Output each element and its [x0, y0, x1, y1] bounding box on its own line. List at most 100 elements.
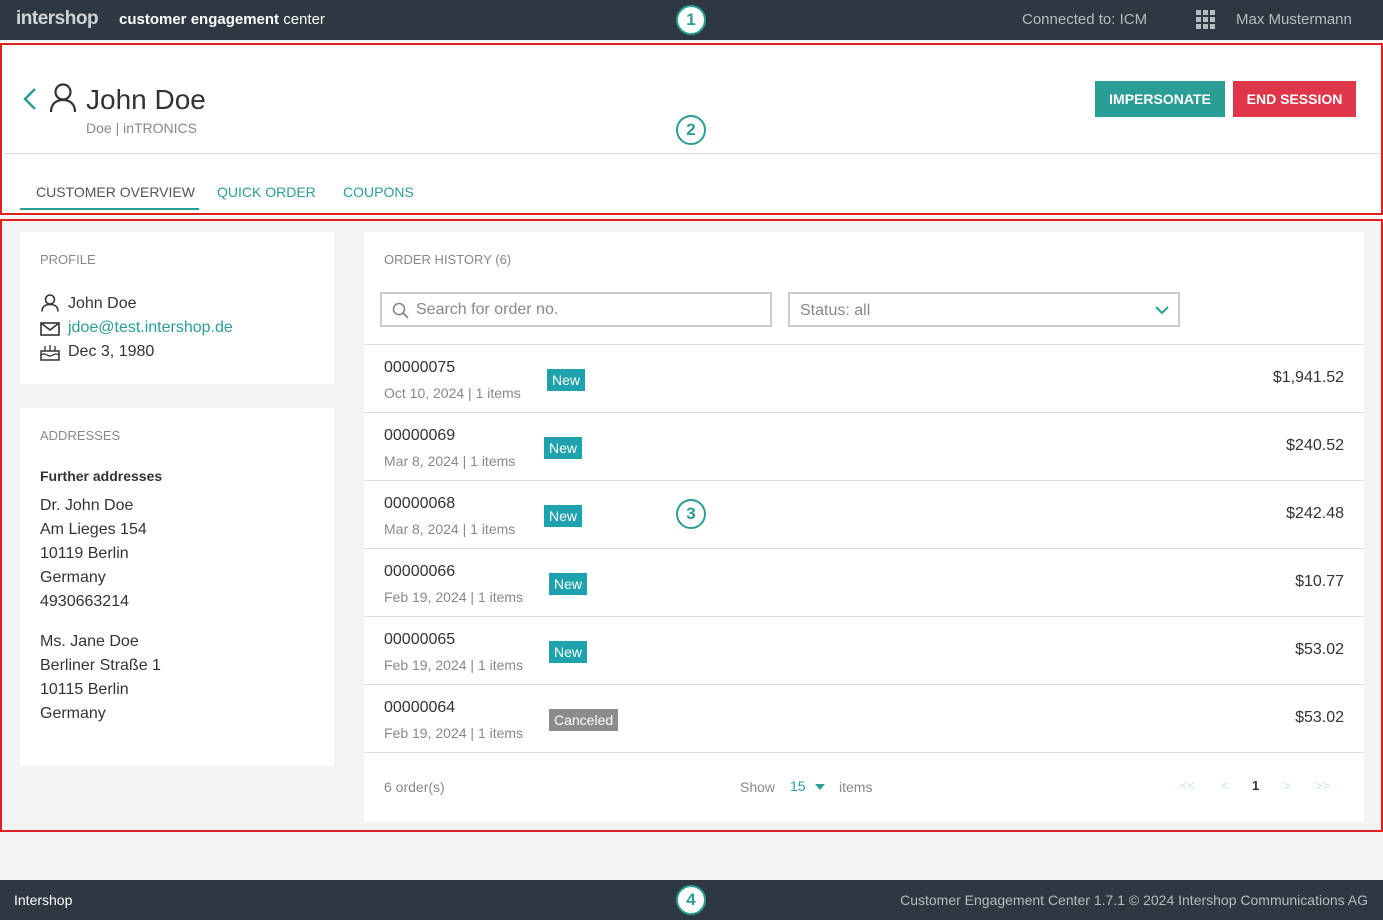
- order-search-field[interactable]: [380, 292, 772, 327]
- order-total: $53.02: [1295, 709, 1344, 726]
- user-icon: [49, 83, 77, 113]
- order-number[interactable]: 00000075: [384, 359, 455, 377]
- status-filter-select[interactable]: Status: all: [788, 292, 1180, 327]
- order-row[interactable]: 00000066 Feb 19, 2024 | 1 items New $10.77: [364, 549, 1364, 617]
- end-session-button[interactable]: END SESSION: [1233, 81, 1356, 117]
- birthday-cake-icon: [40, 345, 60, 361]
- order-total: $53.02: [1295, 641, 1344, 658]
- footer-brand: Intershop: [14, 892, 73, 908]
- order-total: $240.52: [1286, 437, 1344, 454]
- order-count: 6 order(s): [384, 779, 445, 795]
- pager-next[interactable]: >: [1283, 778, 1291, 793]
- pager-current[interactable]: 1: [1252, 778, 1259, 793]
- status-badge: New: [544, 437, 583, 459]
- profile-title: PROFILE: [40, 252, 96, 267]
- callout-3: 3: [676, 499, 706, 529]
- address-line: Am Lieges 154: [40, 521, 147, 538]
- caret-down-icon[interactable]: [815, 784, 825, 790]
- order-meta: Oct 10, 2024 | 1 items: [384, 385, 521, 401]
- customer-company: Doe | inTRONICS: [86, 120, 197, 136]
- pager-prev[interactable]: <: [1221, 778, 1229, 793]
- order-total: $10.77: [1295, 573, 1344, 590]
- tab-customer-overview[interactable]: CUSTOMER OVERVIEW: [36, 184, 195, 200]
- addresses-card: ADDRESSES Further addresses Dr. John Doe…: [20, 408, 334, 766]
- apps-grid-icon[interactable]: [1196, 10, 1216, 30]
- status-filter-value: Status: all: [800, 302, 871, 319]
- order-number[interactable]: 00000064: [384, 699, 455, 717]
- address-line: Berliner Straße 1: [40, 657, 161, 674]
- order-row[interactable]: 00000068 Mar 8, 2024 | 1 items New $242.48: [364, 481, 1364, 549]
- order-number[interactable]: 00000065: [384, 631, 455, 649]
- order-date: Mar 8, 2024: [384, 453, 459, 469]
- order-meta: Mar 8, 2024 | 1 items: [384, 521, 516, 537]
- page-size-label: Show: [740, 779, 776, 795]
- order-items: 1 items: [477, 725, 524, 741]
- order-row[interactable]: 00000065 Feb 19, 2024 | 1 items New $53.02: [364, 617, 1364, 685]
- tab-coupons[interactable]: COUPONS: [343, 184, 414, 200]
- callout-2: 2: [676, 115, 706, 145]
- mail-icon: [40, 322, 60, 336]
- order-items: 1 items: [470, 453, 516, 469]
- address-line: Germany: [40, 569, 106, 586]
- order-total: $1,941.52: [1272, 369, 1344, 386]
- address-line: Ms. Jane Doe: [40, 633, 139, 650]
- profile-name: John Doe: [68, 295, 137, 312]
- callout-4: 4: [676, 885, 706, 915]
- status-badge: New: [544, 505, 583, 527]
- page-size-unit: items: [839, 779, 873, 795]
- address-line: Dr. John Doe: [40, 497, 134, 514]
- order-items: 1 items: [477, 657, 524, 673]
- address-line: 10119 Berlin: [40, 545, 129, 562]
- address-line: Germany: [40, 705, 106, 722]
- pager-first[interactable]: <<: [1180, 778, 1195, 793]
- status-badge: New: [549, 573, 588, 595]
- intershop-logo[interactable]: intershop: [16, 8, 99, 30]
- order-history-card: ORDER HISTORY (6) Status: all 00000075 Oc…: [364, 232, 1364, 822]
- order-items: 1 items: [470, 521, 516, 537]
- order-row[interactable]: 00000075 Oct 10, 2024 | 1 items New $1,941.…: [364, 345, 1364, 413]
- app-title: customer engagement center: [119, 11, 325, 28]
- search-icon: [392, 302, 409, 319]
- header-divider: [4, 153, 1380, 154]
- user-icon: [41, 294, 59, 312]
- status-badge: Canceled: [549, 709, 619, 731]
- callout-1: 1: [676, 5, 706, 35]
- further-addresses-heading: Further addresses: [40, 468, 163, 484]
- order-number[interactable]: 00000068: [384, 495, 455, 513]
- order-date: Feb 19, 2024: [384, 589, 467, 605]
- pager-last[interactable]: >>: [1315, 778, 1330, 793]
- address-line: 4930663214: [40, 593, 129, 610]
- chevron-down-icon: [1155, 306, 1169, 315]
- order-meta: Feb 19, 2024 | 1 items: [384, 589, 524, 605]
- order-total: $242.48: [1286, 505, 1344, 522]
- order-history-title: ORDER HISTORY (6): [384, 252, 512, 267]
- order-search-input[interactable]: [416, 300, 756, 320]
- order-items: 1 items: [475, 385, 521, 401]
- profile-email[interactable]: jdoe@test.intershop.de: [68, 319, 233, 337]
- order-row[interactable]: 00000064 Feb 19, 2024 | 1 items Canceled $5…: [364, 685, 1364, 753]
- user-menu[interactable]: Max Mustermann: [1236, 11, 1352, 28]
- page-size-select[interactable]: 15: [790, 778, 806, 794]
- active-tab-indicator: [20, 208, 199, 210]
- addresses-title: ADDRESSES: [40, 428, 121, 443]
- order-number[interactable]: 00000069: [384, 427, 455, 445]
- order-number[interactable]: 00000066: [384, 563, 455, 581]
- order-meta: Feb 19, 2024 | 1 items: [384, 725, 524, 741]
- order-row[interactable]: 00000069 Mar 8, 2024 | 1 items New $240.52: [364, 413, 1364, 481]
- order-items: 1 items: [477, 589, 524, 605]
- address-line: 10115 Berlin: [40, 681, 129, 698]
- tab-quick-order[interactable]: QUICK ORDER: [217, 184, 316, 200]
- customer-name: John Doe: [86, 84, 206, 115]
- order-date: Feb 19, 2024: [384, 725, 467, 741]
- status-badge: New: [547, 369, 586, 391]
- chevron-left-icon[interactable]: [22, 86, 38, 112]
- status-badge: New: [549, 641, 588, 663]
- order-meta: Mar 8, 2024 | 1 items: [384, 453, 516, 469]
- footer-copyright: Customer Engagement Center 1.7.1 © 2024 …: [900, 892, 1368, 908]
- order-meta: Feb 19, 2024 | 1 items: [384, 657, 524, 673]
- connection-status: Connected to: ICM: [1022, 11, 1148, 28]
- order-date: Feb 19, 2024: [384, 657, 467, 673]
- profile-card: PROFILE John Doe jdoe@test.intershop.de …: [20, 232, 334, 384]
- order-date: Oct 10, 2024: [384, 385, 465, 401]
- impersonate-button[interactable]: IMPERSONATE: [1095, 81, 1225, 117]
